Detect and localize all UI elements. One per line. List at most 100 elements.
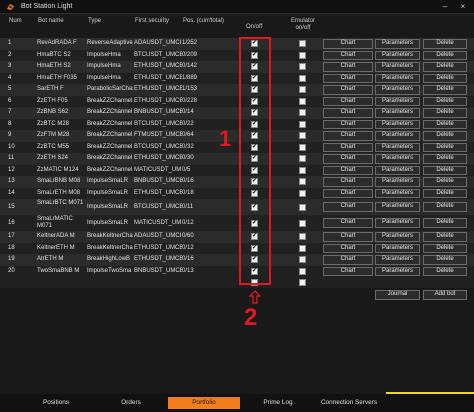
add-bot-button[interactable]: Add bot — [423, 290, 467, 300]
parameters-button[interactable]: Parameters — [375, 202, 420, 212]
parameters-button[interactable]: Parameters — [375, 39, 420, 49]
chart-button[interactable]: Chart — [323, 119, 373, 129]
chart-button[interactable]: Chart — [323, 154, 373, 164]
emulator-checkbox[interactable] — [299, 178, 306, 186]
table-row: 6 ZzETH F05 BreakZZChannel ETHUSDT_UMCB 0/22… — [0, 95, 474, 107]
delete-button[interactable]: Delete — [423, 154, 467, 164]
delete-button[interactable]: Delete — [423, 96, 467, 106]
emulator-checkbox[interactable] — [299, 203, 306, 211]
row-security: ETHUSDT_UMCB — [134, 244, 182, 251]
chart-button[interactable]: Chart — [323, 142, 373, 152]
delete-button[interactable]: Delete — [423, 119, 467, 129]
delete-button[interactable]: Delete — [423, 131, 467, 141]
chart-button[interactable]: Chart — [323, 232, 373, 242]
parameters-button[interactable]: Parameters — [375, 108, 420, 118]
parameters-button[interactable]: Parameters — [375, 62, 420, 72]
emulator-checkbox[interactable] — [299, 63, 306, 71]
emulator-checkbox[interactable] — [299, 109, 306, 117]
parameters-button[interactable]: Parameters — [375, 85, 420, 95]
chart-button[interactable]: Chart — [323, 96, 373, 106]
delete-button[interactable]: Delete — [423, 50, 467, 60]
delete-button[interactable]: Delete — [423, 73, 467, 83]
delete-button[interactable]: Delete — [423, 266, 467, 276]
parameters-button[interactable]: Parameters — [375, 218, 420, 228]
chart-button[interactable]: Chart — [323, 73, 373, 83]
emulator-checkbox[interactable] — [299, 143, 306, 151]
parameters-button[interactable]: Parameters — [375, 255, 420, 265]
row-type: ImpulseSmaLR — [87, 178, 129, 184]
chart-button[interactable]: Chart — [323, 266, 373, 276]
emulator-checkbox[interactable] — [299, 256, 306, 264]
emulator-checkbox[interactable] — [299, 267, 306, 275]
parameters-button[interactable]: Parameters — [375, 243, 420, 253]
header-type: Type — [88, 18, 102, 24]
chart-button[interactable]: Chart — [323, 218, 373, 228]
emulator-checkbox[interactable] — [299, 166, 306, 174]
emulator-checkbox[interactable] — [299, 155, 306, 163]
row-bot-name: AtrETH M — [37, 256, 64, 262]
tab-orders[interactable]: Orders — [105, 397, 157, 409]
delete-button[interactable]: Delete — [423, 142, 467, 152]
emulator-checkbox[interactable] — [299, 51, 306, 59]
emulator-checkbox[interactable] — [299, 244, 306, 252]
row-num: 17 — [8, 233, 15, 239]
emulator-checkbox[interactable] — [299, 86, 306, 94]
chart-button[interactable]: Chart — [323, 39, 373, 49]
chart-button[interactable]: Chart — [323, 85, 373, 95]
parameters-button[interactable]: Parameters — [375, 142, 420, 152]
chart-button[interactable]: Chart — [323, 131, 373, 141]
delete-button[interactable]: Delete — [423, 232, 467, 242]
emulator-checkbox[interactable] — [299, 219, 306, 227]
tab-portfolio[interactable]: Portfolio — [168, 397, 240, 409]
emulator-checkbox[interactable] — [299, 120, 306, 128]
emulator-checkbox[interactable] — [299, 74, 306, 82]
delete-button[interactable]: Delete — [423, 85, 467, 95]
parameters-button[interactable]: Parameters — [375, 232, 420, 242]
delete-button[interactable]: Delete — [423, 188, 467, 198]
parameters-button[interactable]: Parameters — [375, 266, 420, 276]
parameters-button[interactable]: Parameters — [375, 165, 420, 175]
delete-button[interactable]: Delete — [423, 165, 467, 175]
parameters-button[interactable]: Parameters — [375, 177, 420, 187]
delete-button[interactable]: Delete — [423, 177, 467, 187]
delete-button[interactable]: Delete — [423, 202, 467, 212]
emulator-checkbox[interactable] — [299, 132, 306, 140]
chart-button[interactable]: Chart — [323, 255, 373, 265]
bots-grid: Num Bot name Type First security Pos. (c… — [0, 15, 474, 395]
chart-button[interactable]: Chart — [323, 188, 373, 198]
parameters-button[interactable]: Parameters — [375, 154, 420, 164]
chart-button[interactable]: Chart — [323, 243, 373, 253]
journal-button[interactable]: Journal — [375, 290, 420, 300]
parameters-button[interactable]: Parameters — [375, 131, 420, 141]
delete-button[interactable]: Delete — [423, 39, 467, 49]
table-row: 1 RevAdRADA F ReverseAdaptive ADAUSDT_UMCI 1… — [0, 38, 474, 50]
delete-button[interactable]: Delete — [423, 62, 467, 72]
emulator-checkbox[interactable] — [299, 233, 306, 241]
parameters-button[interactable]: Parameters — [375, 188, 420, 198]
close-button[interactable]: × — [458, 2, 468, 12]
chart-button[interactable]: Chart — [323, 165, 373, 175]
emulator-checkbox[interactable] — [299, 189, 306, 197]
chart-button[interactable]: Chart — [323, 177, 373, 187]
delete-button[interactable]: Delete — [423, 218, 467, 228]
table-row: 5 SarETH F ParabolicSarChas ETHUSDT_UMCB 1/1… — [0, 84, 474, 96]
new-emulator-checkbox[interactable] — [299, 279, 306, 286]
chart-button[interactable]: Chart — [323, 202, 373, 212]
tab-prime-log[interactable]: Prime Log — [252, 397, 304, 409]
delete-button[interactable]: Delete — [423, 108, 467, 118]
emulator-checkbox[interactable] — [299, 40, 306, 48]
tab-positions[interactable]: Positions — [30, 397, 82, 409]
parameters-button[interactable]: Parameters — [375, 96, 420, 106]
delete-button[interactable]: Delete — [423, 243, 467, 253]
chart-button[interactable]: Chart — [323, 108, 373, 118]
table-row: 2 HmaBTC S2 ImpulseHma BTCUSDT_UMCB 0/209 ✔ Ch… — [0, 49, 474, 61]
parameters-button[interactable]: Parameters — [375, 73, 420, 83]
chart-button[interactable]: Chart — [323, 50, 373, 60]
minimize-button[interactable]: – — [440, 2, 450, 12]
parameters-button[interactable]: Parameters — [375, 50, 420, 60]
emulator-checkbox[interactable] — [299, 97, 306, 105]
tab-connection-servers[interactable]: Connection Servers — [314, 397, 384, 409]
parameters-button[interactable]: Parameters — [375, 119, 420, 129]
delete-button[interactable]: Delete — [423, 255, 467, 265]
chart-button[interactable]: Chart — [323, 62, 373, 72]
